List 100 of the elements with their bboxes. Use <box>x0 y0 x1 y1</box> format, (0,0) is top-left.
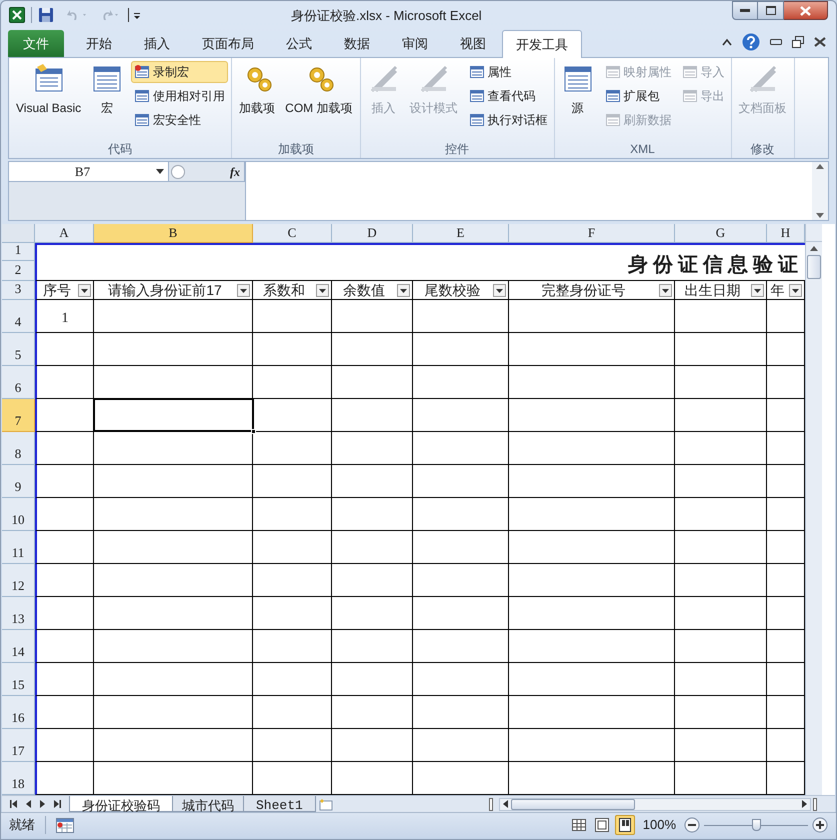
ribbon-button[interactable]: COM 加载项 <box>281 61 356 117</box>
row-header[interactable]: 2 <box>2 261 35 281</box>
ribbon-button[interactable]: 使用相对引用 <box>131 85 228 107</box>
ribbon-tab[interactable]: 数据 <box>332 31 382 57</box>
row-header[interactable]: 5 <box>2 333 35 366</box>
row-header[interactable]: 17 <box>2 729 35 762</box>
sheet-icon <box>468 88 484 104</box>
new-sheet-icon[interactable] <box>318 798 334 810</box>
formula-input-field[interactable] <box>245 162 812 220</box>
row-header[interactable]: 14 <box>2 630 35 663</box>
column-header[interactable]: H <box>767 224 805 243</box>
restore-icon[interactable] <box>792 36 804 48</box>
table-cell <box>35 663 94 696</box>
column-header[interactable]: D <box>332 224 413 243</box>
filter-button[interactable] <box>493 284 506 297</box>
row-header[interactable]: 16 <box>2 696 35 729</box>
scroll-up-icon[interactable] <box>816 164 824 169</box>
zoom-out-icon[interactable] <box>684 817 700 833</box>
active-cell[interactable] <box>93 398 254 432</box>
column-header[interactable]: E <box>413 224 509 243</box>
sheet-icon <box>682 64 698 80</box>
collapse-ribbon-icon[interactable] <box>722 38 732 46</box>
next-sheet-icon[interactable] <box>40 800 45 808</box>
ribbon-tab[interactable]: 插入 <box>132 31 182 57</box>
column-heading: 年 <box>770 280 784 300</box>
row-header[interactable]: 15 <box>2 663 35 696</box>
ribbon-button[interactable]: 加载项 <box>235 61 280 117</box>
ribbon-button[interactable]: 录制宏 <box>131 61 228 83</box>
column-header[interactable]: B <box>94 224 253 243</box>
ribbon-tab[interactable]: 开发工具 <box>502 30 582 58</box>
ribbon-tab[interactable]: 视图 <box>448 31 498 57</box>
row-header[interactable]: 10 <box>2 498 35 531</box>
sheet-icon <box>468 112 484 128</box>
column-header[interactable]: A <box>35 224 94 243</box>
scrollbar-thumb[interactable] <box>807 255 821 279</box>
zoom-level[interactable]: 100% <box>642 815 676 835</box>
filter-button[interactable] <box>659 284 672 297</box>
sheet-tab[interactable]: 身份证校验码 <box>69 796 173 812</box>
ribbon-tab[interactable]: 文件 <box>8 30 64 57</box>
first-sheet-icon[interactable] <box>10 800 17 808</box>
ribbon-tab[interactable]: 公式 <box>274 31 324 57</box>
maximize-button[interactable] <box>758 1 784 20</box>
column-header[interactable]: F <box>509 224 675 243</box>
sheet-tab[interactable]: Sheet1 <box>243 796 316 812</box>
row-header[interactable]: 11 <box>2 531 35 564</box>
ribbon-button[interactable]: 扩展包 <box>602 85 674 107</box>
filter-button[interactable] <box>751 284 764 297</box>
close-button[interactable] <box>784 1 828 20</box>
dropdown-arrow-icon <box>81 288 88 292</box>
scroll-down-icon[interactable] <box>816 213 824 218</box>
view-button[interactable] <box>614 815 635 835</box>
ribbon-tab[interactable]: 页面布局 <box>190 31 266 57</box>
last-sheet-icon[interactable] <box>54 800 61 808</box>
row-header[interactable]: 8 <box>2 432 35 465</box>
row-header[interactable]: 1 <box>2 243 35 261</box>
column-header[interactable]: G <box>675 224 767 243</box>
row-header[interactable]: 4 <box>2 300 35 333</box>
ribbon-button[interactable]: Visual Basic <box>12 61 86 117</box>
dropdown-arrow-icon <box>754 288 761 292</box>
ribbon-button[interactable]: 属性 <box>466 61 550 83</box>
save-icon[interactable] <box>38 6 54 22</box>
group-label: 代码 <box>107 141 134 158</box>
close-icon <box>800 6 811 16</box>
insert-function-button[interactable]: fx <box>230 162 240 180</box>
minimize-icon[interactable] <box>770 39 782 45</box>
zoom-slider-thumb[interactable] <box>752 819 760 831</box>
row-header[interactable]: 12 <box>2 564 35 597</box>
column-header[interactable]: C <box>253 224 332 243</box>
ribbon-button[interactable]: 宏 <box>87 61 128 117</box>
dropdown-arrow-icon[interactable] <box>156 169 164 174</box>
column-heading: 余数值 <box>343 280 385 300</box>
ribbon-button[interactable]: 源 <box>558 61 598 117</box>
filter-button[interactable] <box>316 284 329 297</box>
minimize-button[interactable] <box>732 1 758 20</box>
name-box[interactable]: B7 <box>9 162 156 182</box>
filter-button[interactable] <box>397 284 410 297</box>
filter-button[interactable] <box>237 284 250 297</box>
zoom-slider[interactable] <box>704 819 808 831</box>
macro-recording-icon[interactable] <box>56 818 74 832</box>
help-icon[interactable] <box>742 33 760 51</box>
filter-button[interactable] <box>789 284 802 297</box>
row-header[interactable]: 6 <box>2 366 35 399</box>
row-header[interactable]: 18 <box>2 762 35 795</box>
scroll-up-icon[interactable] <box>810 246 818 251</box>
filter-button[interactable] <box>78 284 91 297</box>
ribbon-tab[interactable]: 开始 <box>74 31 124 57</box>
ribbon-button[interactable]: 查看代码 <box>466 85 550 107</box>
scroll-left-icon <box>503 800 508 808</box>
row-header[interactable]: 3 <box>2 281 35 300</box>
row-header[interactable]: 9 <box>2 465 35 498</box>
resize-handle[interactable] <box>171 164 185 178</box>
ribbon-button[interactable]: 宏安全性 <box>131 109 228 131</box>
ribbon-tab[interactable]: 审阅 <box>390 31 440 57</box>
row-header[interactable]: 7 <box>2 399 35 432</box>
row-header[interactable]: 13 <box>2 597 35 630</box>
zoom-in-icon[interactable] <box>812 817 828 833</box>
close-icon[interactable] <box>814 37 826 47</box>
ribbon-button[interactable]: 执行对话框 <box>466 109 550 131</box>
horizontal-scrollbar[interactable] <box>499 798 811 810</box>
previous-sheet-icon[interactable] <box>26 800 31 808</box>
